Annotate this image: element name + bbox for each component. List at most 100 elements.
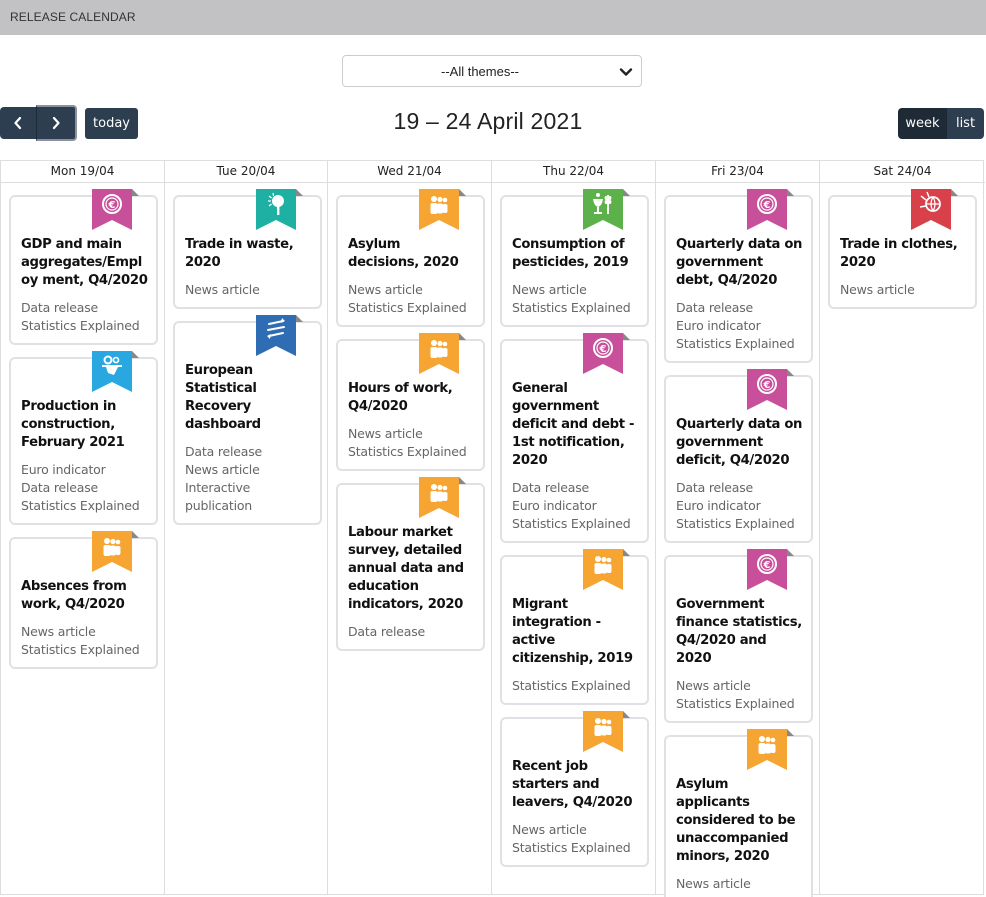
event-type-label: News article	[21, 624, 96, 639]
top-bar: RELEASE CALENDAR	[0, 0, 986, 35]
date-range-title: 19 – 24 April 2021	[393, 108, 583, 134]
event-card[interactable]: Recent job starters and leavers, Q4/2020…	[500, 711, 649, 867]
ribbon-fold	[623, 189, 630, 196]
event-types: Data release Euro indicator Statistics Exp…	[676, 479, 803, 533]
event-title: European Statistical Recovery dashboard	[185, 363, 261, 432]
event-card[interactable]: Consumption of pesticides, 2019 News arti…	[500, 189, 649, 327]
theme-filter-select[interactable]: --All themes--	[342, 55, 642, 87]
event-type-label: Data release	[512, 480, 590, 495]
theme-ribbon: €	[747, 549, 787, 590]
event-type-label: Euro indicator	[676, 498, 761, 513]
event-type-label: Statistics Explained	[676, 516, 795, 531]
ribbon-fold	[459, 477, 466, 484]
event-type-label: Data release	[676, 300, 754, 315]
event-title: Consumption of pesticides, 2019	[512, 237, 629, 270]
theme-ribbon	[583, 549, 623, 590]
day-header: Fri 23/04	[656, 161, 819, 183]
people-icon	[583, 711, 623, 752]
ribbon-fold	[787, 729, 794, 736]
theme-filter-value: --All themes--	[440, 64, 519, 79]
events-list: Asylum decisions, 2020 News article Statis…	[328, 183, 491, 651]
event-type-label: Statistics Explained	[512, 678, 631, 693]
day-column: Wed 21/04 Asylum decisions, 2020 News arti…	[328, 161, 492, 894]
theme-ribbon: €	[747, 369, 787, 410]
event-type-label: Interactive publication	[185, 480, 253, 513]
events-list: Consumption of pesticides, 2019 News arti…	[492, 183, 655, 867]
event-card[interactable]: € Quarterly data on government debt, Q4/2…	[664, 189, 813, 363]
theme-ribbon	[419, 477, 459, 518]
theme-ribbon	[256, 315, 296, 356]
event-title: Production in construction, February 202…	[21, 399, 125, 450]
people-icon	[92, 531, 132, 572]
event-card[interactable]: Asylum decisions, 2020 News article Statis…	[336, 189, 485, 327]
event-card[interactable]: € General government deficit and debt - 1…	[500, 333, 649, 543]
event-card[interactable]: Trade in clothes, 2020 News article	[828, 189, 977, 309]
event-types: News article	[185, 281, 312, 299]
people-icon	[419, 189, 459, 230]
event-title: Asylum decisions, 2020	[348, 237, 459, 270]
ribbon-fold	[296, 315, 303, 322]
week-calendar: Mon 19/04 € GDP and main aggregates/Employ…	[0, 160, 985, 897]
theme-ribbon	[92, 351, 132, 392]
event-type-label: Statistics Explained	[21, 642, 140, 657]
event-title: Absences from work, Q4/2020	[21, 579, 127, 612]
event-type-label: News article	[676, 876, 751, 891]
event-card[interactable]: € Quarterly data on government deficit, Q…	[664, 369, 813, 543]
week-view-button[interactable]: week	[898, 108, 947, 139]
event-types: News article Statistics Explained	[348, 281, 475, 317]
event-card[interactable]: Labour market survey, detailed annual da…	[336, 477, 485, 651]
event-type-label: Statistics Explained	[512, 516, 631, 531]
event-types: News article	[840, 281, 967, 299]
event-type-label: News article	[185, 462, 260, 477]
ribbon-fold	[623, 711, 630, 718]
event-types: Statistics Explained	[512, 677, 639, 695]
theme-ribbon	[583, 189, 623, 230]
event-card[interactable]: Trade in waste, 2020 News article	[173, 189, 322, 309]
event-type-label: News article	[185, 282, 260, 297]
ribbon-fold	[951, 189, 958, 196]
event-title: Labour market survey, detailed annual da…	[348, 525, 464, 612]
ribbon-fold	[623, 333, 630, 340]
event-card[interactable]: European Statistical Recovery dashboard D…	[173, 315, 322, 525]
event-title: Hours of work, Q4/2020	[348, 381, 453, 414]
event-types: News article Statistics Explained	[512, 281, 639, 317]
event-card[interactable]: Hours of work, Q4/2020 News article Statis…	[336, 333, 485, 471]
event-card[interactable]: Migrant integration - active citizenship…	[500, 549, 649, 705]
euro-icon: €	[583, 333, 623, 374]
svg-text:€: €	[763, 200, 771, 211]
event-type-label: Data release	[21, 300, 99, 315]
event-card[interactable]: € GDP and main aggregates/Employ ment, Q4…	[9, 189, 158, 345]
ribbon-fold	[787, 189, 794, 196]
list-view-button[interactable]: list	[947, 108, 984, 139]
day-column: Mon 19/04 € GDP and main aggregates/Employ…	[1, 161, 165, 894]
event-card[interactable]: Asylum applicants considered to be unacc…	[664, 729, 813, 897]
event-title: Quarterly data on government debt, Q4/20…	[676, 237, 803, 288]
event-card[interactable]: Production in construction, February 202…	[9, 351, 158, 525]
event-card[interactable]: Absences from work, Q4/2020 News article S…	[9, 531, 158, 669]
people-icon	[419, 477, 459, 518]
event-types: News article Statistics Explained	[676, 677, 803, 713]
people-icon	[747, 729, 787, 770]
event-types: News article Statistics Explained	[21, 623, 148, 659]
day-header: Mon 19/04	[1, 161, 164, 183]
event-type-label: Data release	[21, 480, 99, 495]
events-list: € Quarterly data on government debt, Q4/2…	[656, 183, 819, 897]
people-icon	[583, 549, 623, 590]
event-title: Trade in waste, 2020	[185, 237, 294, 270]
event-types: News article Statistics Explained	[348, 425, 475, 461]
ribbon-fold	[132, 351, 139, 358]
ribbon-fold	[132, 189, 139, 196]
page-title: RELEASE CALENDAR	[10, 10, 136, 24]
euro-icon: €	[92, 189, 132, 230]
globe-trade-icon	[911, 189, 951, 230]
event-types: News article Statistics Explained	[512, 821, 639, 857]
event-type-label: Statistics Explained	[348, 444, 467, 459]
theme-ribbon	[419, 333, 459, 374]
event-title: Migrant integration - active citizenship…	[512, 597, 633, 666]
event-type-label: Data release	[185, 444, 263, 459]
event-types: Data release News article Interactive publ…	[185, 443, 312, 515]
events-list: Trade in clothes, 2020 News article	[820, 183, 985, 309]
event-card[interactable]: € Government finance statistics, Q4/2020 …	[664, 549, 813, 723]
event-type-label: Statistics Explained	[676, 696, 795, 711]
theme-ribbon	[92, 531, 132, 572]
